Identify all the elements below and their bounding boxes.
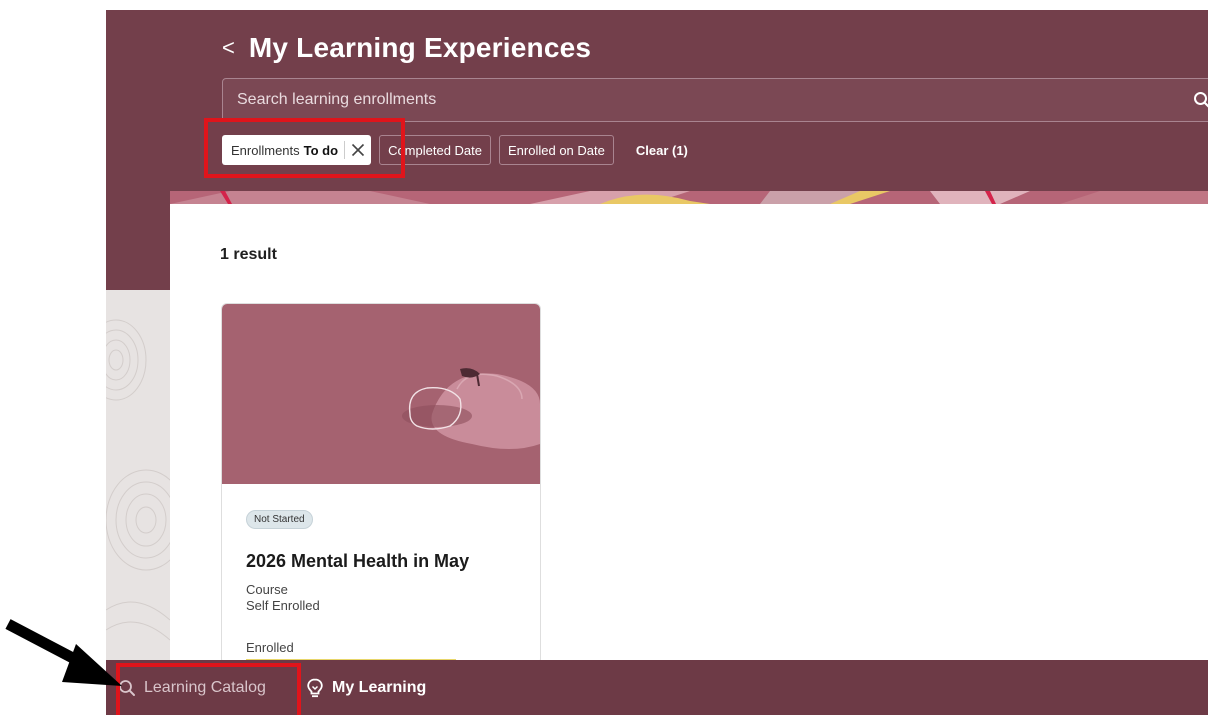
filter-bar: Enrollments To do Completed Date Enrolle… bbox=[222, 134, 688, 166]
title-row: < My Learning Experiences bbox=[222, 30, 591, 66]
decorative-pattern bbox=[106, 290, 170, 670]
learning-app: < My Learning Experiences Enrollments To… bbox=[106, 10, 1208, 715]
course-card[interactable]: Not Started 2026 Mental Health in May Co… bbox=[221, 303, 541, 665]
back-button[interactable]: < bbox=[222, 37, 235, 59]
enrolled-label: Enrolled bbox=[246, 640, 294, 655]
results-panel: 1 result Not Started 2026 Mental Health … bbox=[170, 204, 1208, 665]
search-icon bbox=[1194, 92, 1208, 108]
close-icon[interactable] bbox=[351, 143, 365, 157]
learning-catalog-label: Learning Catalog bbox=[144, 678, 266, 696]
chip-label: Enrollments bbox=[231, 142, 300, 158]
course-type: Course bbox=[246, 582, 288, 597]
page-title: My Learning Experiences bbox=[248, 32, 592, 63]
search-button[interactable] bbox=[1180, 91, 1208, 109]
lightbulb-icon bbox=[307, 678, 323, 697]
course-thumbnail bbox=[222, 304, 540, 484]
course-title[interactable]: 2026 Mental Health in May bbox=[246, 551, 469, 572]
chip-value: To do bbox=[303, 142, 339, 158]
pointer-arrow-icon bbox=[5, 619, 122, 686]
banner-strip bbox=[170, 191, 1208, 204]
search-box bbox=[222, 78, 1208, 122]
status-badge: Not Started bbox=[246, 510, 313, 529]
enrollment-type: Self Enrolled bbox=[246, 598, 320, 613]
banner-pattern bbox=[170, 191, 1208, 204]
topographic-pattern bbox=[106, 319, 170, 641]
my-learning-label: My Learning bbox=[332, 678, 427, 696]
my-learning-tab[interactable]: My Learning bbox=[306, 660, 426, 715]
bottom-navigation: Learning Catalog My Learning bbox=[106, 660, 1208, 715]
learning-catalog-tab[interactable]: Learning Catalog bbox=[118, 660, 266, 715]
result-count: 1 result bbox=[220, 246, 277, 263]
enrolled-on-date-filter[interactable]: Enrolled on Date bbox=[499, 135, 614, 165]
clear-filters-link[interactable]: Clear (1) bbox=[636, 143, 688, 158]
apple-illustration bbox=[402, 368, 540, 449]
enrollments-filter-chip[interactable]: Enrollments To do bbox=[222, 135, 372, 165]
chip-divider bbox=[344, 141, 346, 159]
completed-date-filter[interactable]: Completed Date bbox=[379, 135, 492, 165]
search-input[interactable] bbox=[223, 90, 1180, 110]
